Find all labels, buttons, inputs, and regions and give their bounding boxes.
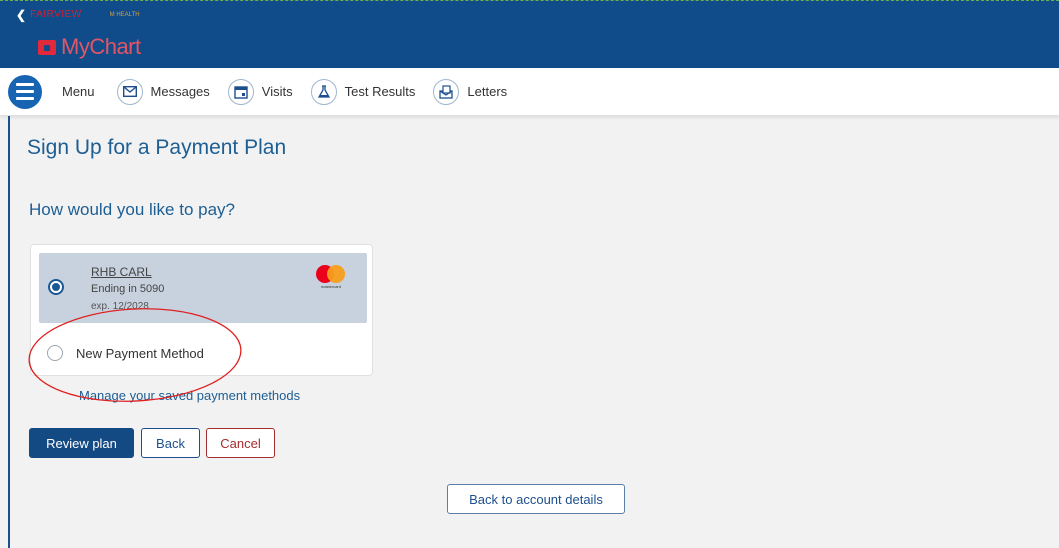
calendar-icon	[227, 78, 254, 105]
nav-item-messages[interactable]: Messages	[116, 78, 210, 105]
cancel-button[interactable]: Cancel	[206, 428, 275, 458]
hamburger-menu-icon	[8, 74, 42, 109]
brand-name: MyChart	[61, 34, 141, 59]
nav-item-letters[interactable]: Letters	[433, 78, 508, 105]
flask-icon	[310, 78, 337, 105]
radio-saved-card[interactable]	[48, 279, 64, 295]
chevron-left-icon: ❮	[16, 8, 27, 22]
mastercard-logo-text: mastercard	[320, 284, 341, 289]
review-plan-button[interactable]: Review plan	[29, 428, 134, 458]
mychart-icon	[38, 39, 56, 55]
header-banner: ❮ FAIRVIEW M HEALTH MyChart	[0, 0, 1059, 68]
top-nav: Menu Messages Visits Test Results Letter…	[0, 68, 1059, 116]
payment-option-saved-card[interactable]: RHB CARL Ending in 5090 exp. 12/2028 mas…	[39, 253, 367, 323]
back-button[interactable]: Back	[141, 428, 200, 458]
manage-payment-methods-link[interactable]: Manage your saved payment methods	[79, 388, 300, 403]
nav-label-test-results: Test Results	[344, 84, 416, 99]
back-to-account-button[interactable]: Back to account details	[447, 484, 625, 514]
org-logo-subtext: M HEALTH	[109, 12, 140, 18]
menu-button[interactable]: Menu	[8, 74, 117, 109]
card-expiry: exp. 12/2028	[91, 301, 149, 312]
nav-label-letters: Letters	[467, 84, 508, 99]
radio-new-payment-method[interactable]	[47, 345, 63, 361]
mychart-logo[interactable]: MyChart	[38, 35, 141, 59]
payment-question: How would you like to pay?	[29, 200, 236, 219]
page-title: Sign Up for a Payment Plan	[27, 136, 287, 159]
mastercard-icon: mastercard	[316, 265, 346, 293]
card-name: RHB CARL	[91, 265, 152, 279]
main-content: Sign Up for a Payment Plan How would you…	[8, 116, 1059, 548]
letter-icon	[433, 78, 460, 105]
menu-label: Menu	[62, 84, 95, 99]
org-logo-text: FAIRVIEW	[30, 9, 82, 20]
nav-label-messages: Messages	[150, 84, 210, 99]
envelope-icon	[116, 78, 143, 105]
nav-item-test-results[interactable]: Test Results	[310, 78, 416, 105]
org-logo[interactable]: ❮ FAIRVIEW M HEALTH	[16, 8, 140, 22]
nav-item-visits[interactable]: Visits	[227, 78, 293, 105]
card-ending: Ending in 5090	[91, 283, 165, 295]
payment-method-selector: RHB CARL Ending in 5090 exp. 12/2028 mas…	[30, 244, 373, 376]
nav-label-visits: Visits	[261, 84, 293, 99]
new-payment-method-label[interactable]: New Payment Method	[76, 346, 204, 361]
